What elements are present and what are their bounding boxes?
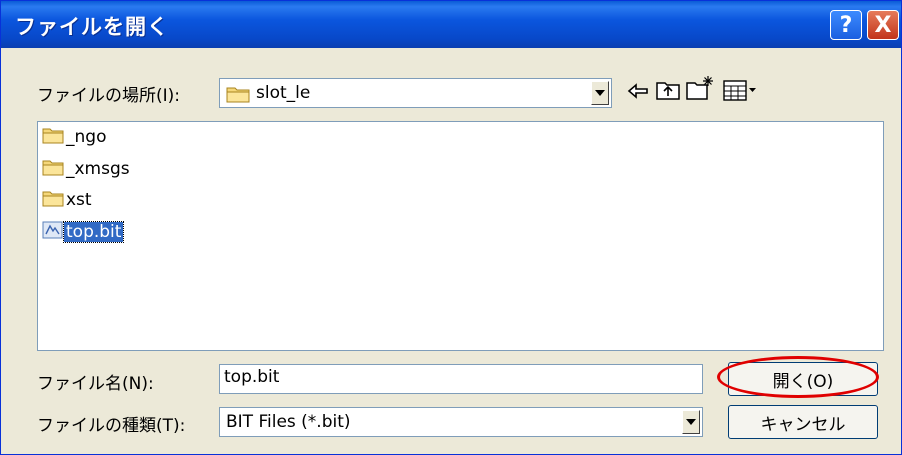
new-folder-icon[interactable] [686, 75, 714, 105]
folder-icon [42, 158, 64, 181]
folder-icon [42, 189, 64, 212]
filetype-combobox[interactable]: BIT Files (*.bit) [219, 407, 703, 437]
filename-label: ファイル名(N): [37, 374, 154, 394]
up-folder-icon[interactable] [656, 79, 680, 105]
file-name: top.bit [62, 221, 125, 243]
view-menu-icon[interactable] [723, 80, 757, 106]
filename-input[interactable]: top.bit [219, 364, 703, 394]
bit-file-icon [42, 220, 64, 245]
list-item[interactable]: _xmsgs [42, 157, 132, 181]
filetype-value: BIT Files (*.bit) [226, 412, 351, 432]
file-name: xst [66, 190, 92, 210]
list-item[interactable]: xst [42, 188, 94, 212]
open-button[interactable]: 開く(O) [728, 362, 878, 396]
file-name: _ngo [66, 127, 107, 147]
location-label: ファイルの場所(I): [37, 86, 181, 106]
dialog-title: ファイルを開く [15, 15, 169, 39]
back-icon[interactable] [627, 81, 649, 105]
list-item[interactable]: top.bit [42, 220, 125, 245]
location-combobox[interactable]: slot_le [219, 78, 612, 108]
filetype-dropdown-button[interactable] [682, 410, 700, 434]
location-value: slot_le [256, 83, 311, 103]
folder-icon [226, 85, 250, 107]
help-button[interactable]: ? [830, 10, 862, 40]
title-bar[interactable]: ファイルを開く ? X [1, 1, 901, 48]
file-list[interactable]: _ngo _xmsgs xst top.bit [37, 121, 884, 351]
close-button[interactable]: X [867, 10, 899, 40]
file-name: _xmsgs [66, 159, 130, 179]
folder-icon [42, 126, 64, 149]
cancel-button[interactable]: キャンセル [728, 405, 878, 439]
location-dropdown-button[interactable] [591, 81, 609, 105]
chevron-down-icon [595, 90, 605, 96]
list-item[interactable]: _ngo [42, 125, 108, 149]
filetype-label: ファイルの種類(T): [37, 416, 186, 436]
open-file-dialog: ファイルを開く ? X ファイルの場所(I): slot_le _ngo _xm… [0, 0, 902, 455]
chevron-down-icon [686, 419, 696, 425]
